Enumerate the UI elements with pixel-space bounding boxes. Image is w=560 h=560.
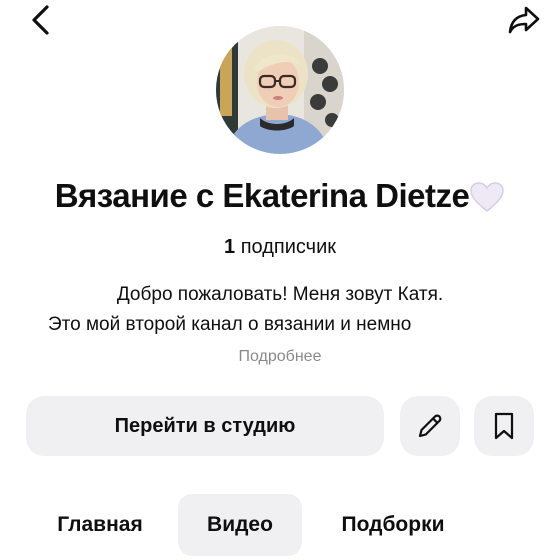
subscriber-label: подписчик <box>240 236 336 258</box>
tab-home[interactable]: Главная <box>40 494 160 556</box>
tab-videos[interactable]: Видео <box>178 494 302 556</box>
subscriber-number: 1 <box>224 236 236 258</box>
more-link[interactable]: Подробнее <box>0 345 560 369</box>
share-icon <box>508 6 540 34</box>
bookmark-icon <box>494 412 514 440</box>
channel-name: Вязание с Ekaterina Dietze <box>0 172 560 226</box>
channel-avatar[interactable] <box>216 26 344 154</box>
tab-playlists-label: Подборки <box>341 513 445 536</box>
edit-button[interactable] <box>400 396 460 456</box>
description-line-2: Это мой второй канал о вязании и немно <box>48 314 412 335</box>
share-button[interactable] <box>502 0 546 40</box>
tab-videos-label: Видео <box>207 513 273 536</box>
save-button[interactable] <box>474 396 534 456</box>
studio-button-label: Перейти в студию <box>114 414 296 437</box>
tab-home-label: Главная <box>57 513 143 536</box>
tab-playlists[interactable]: Подборки <box>320 494 466 556</box>
description-line-1: Добро пожаловать! Меня зовут Катя. <box>116 284 444 305</box>
back-chevron-icon <box>32 5 49 35</box>
avatar-photo <box>216 26 344 154</box>
channel-tabs: Главная Видео Подборки <box>0 494 560 556</box>
back-button[interactable] <box>18 0 62 40</box>
subscriber-count: 1 подписчик <box>0 232 560 262</box>
studio-button[interactable]: Перейти в студию <box>26 396 384 456</box>
channel-name-text: Вязание с Ekaterina Dietze <box>54 177 470 214</box>
pencil-icon <box>418 414 442 438</box>
white-heart-icon <box>469 178 505 226</box>
